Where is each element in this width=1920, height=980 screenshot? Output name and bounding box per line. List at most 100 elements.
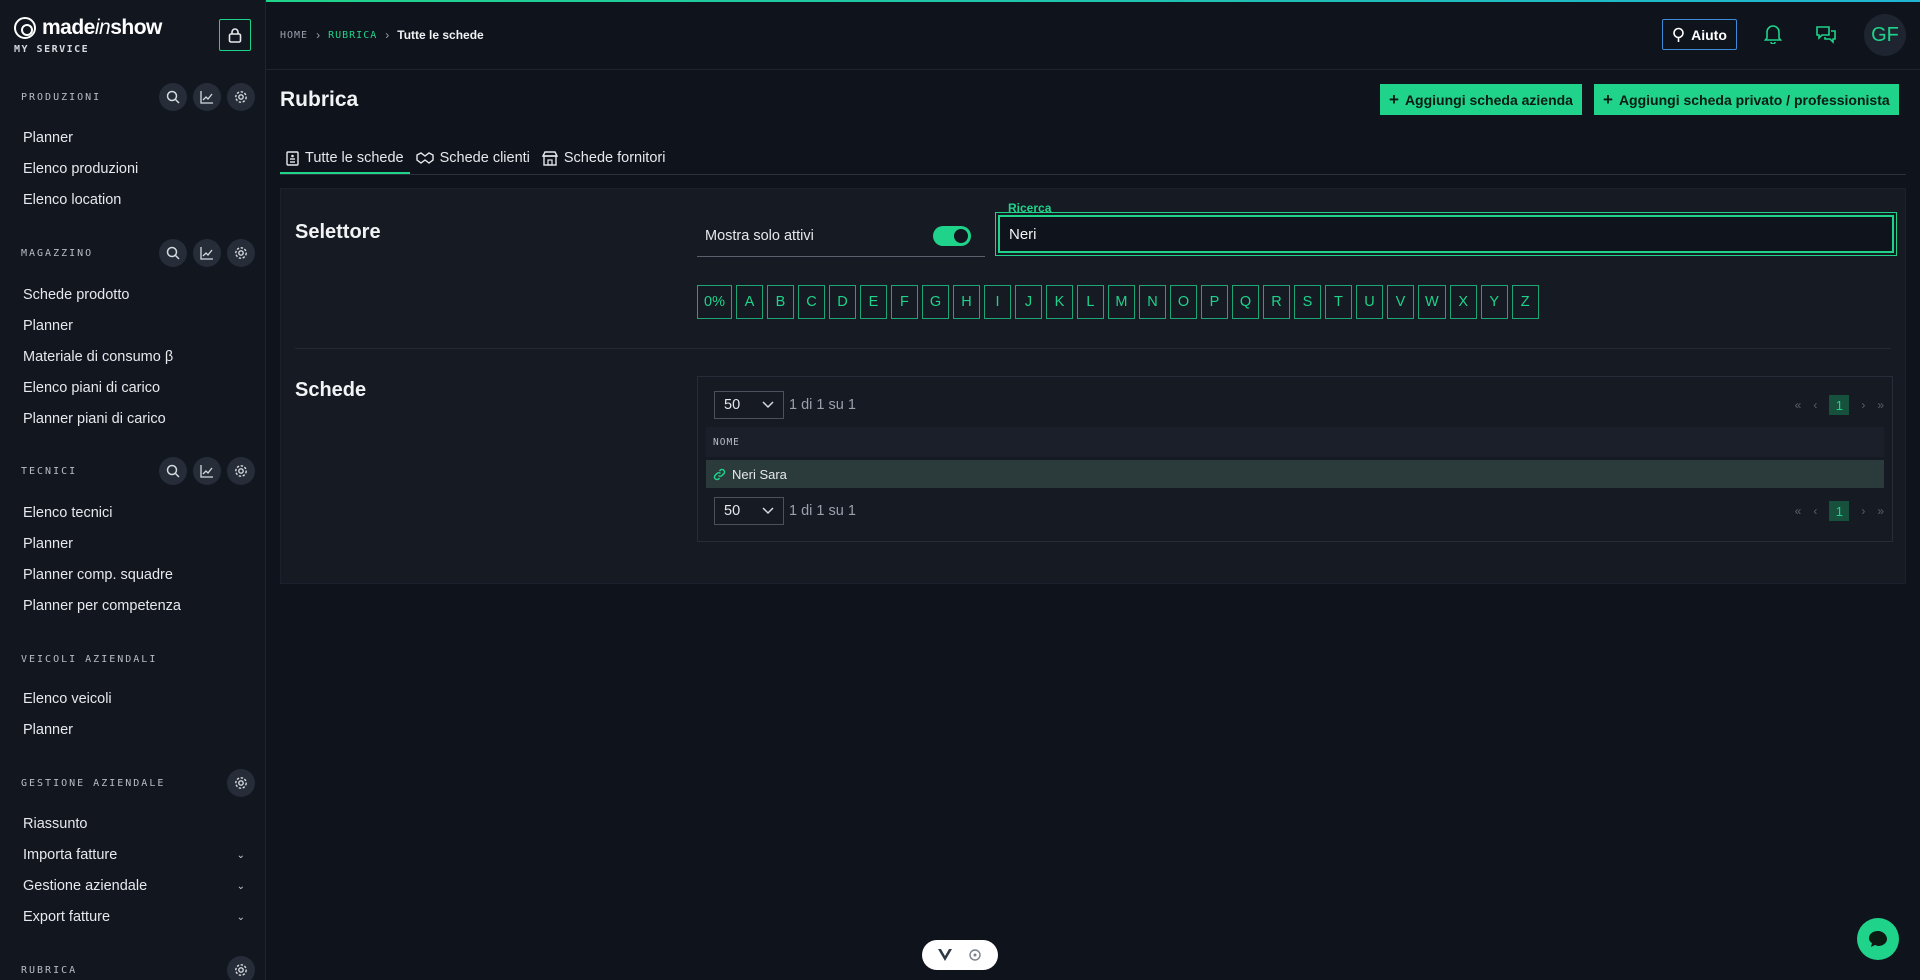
gear-icon[interactable] <box>227 239 255 267</box>
sidebar-item-planner-comp-squadre[interactable]: Planner comp. squadre <box>23 563 245 587</box>
sidebar-item-planner-piani-carico[interactable]: Planner piani di carico <box>23 407 245 431</box>
active-only-toggle[interactable] <box>933 225 971 246</box>
avatar[interactable]: GF <box>1864 14 1906 56</box>
add-private-label: Aggiungi scheda privato / professionista <box>1618 91 1890 108</box>
pager-bottom: 50 1 di 1 su 1 « ‹ 1 › » <box>714 497 1884 525</box>
breadcrumb: HOME › RUBRICA › Tutte le schede <box>280 28 484 42</box>
sidebar-item-schede-prodotto[interactable]: Schede prodotto <box>23 283 245 307</box>
letter-filter-button[interactable]: R <box>1262 285 1290 319</box>
first-page-icon[interactable]: « <box>1795 504 1802 518</box>
toggle-label: Mostra solo attivi <box>705 227 814 244</box>
letter-filter-button[interactable]: Y <box>1480 285 1508 319</box>
letter-filter-button[interactable]: P <box>1200 285 1228 319</box>
letter-filter-button[interactable]: Q <box>1231 285 1259 319</box>
sidebar-item-elenco-produzioni[interactable]: Elenco produzioni <box>23 157 245 181</box>
tab-schede-clienti[interactable]: Schede clienti <box>410 144 536 175</box>
prev-page-icon[interactable]: ‹ <box>1813 504 1817 518</box>
letter-filter-button[interactable]: A <box>735 285 763 319</box>
letter-filter-button[interactable]: B <box>766 285 794 319</box>
add-company-card-button[interactable]: + Aggiungi scheda azienda <box>1380 84 1582 115</box>
column-header-name[interactable]: NOME <box>713 437 740 448</box>
last-page-icon[interactable]: » <box>1877 504 1884 518</box>
letter-filter-button[interactable]: C <box>797 285 825 319</box>
letter-filter-button[interactable]: K <box>1045 285 1073 319</box>
letter-filter-button[interactable]: M <box>1107 285 1135 319</box>
chart-trend-icon[interactable] <box>193 457 221 485</box>
letter-filter-button[interactable]: J <box>1014 285 1042 319</box>
search-icon[interactable] <box>159 457 187 485</box>
chat-support-button[interactable] <box>1857 918 1899 960</box>
letter-filter-button[interactable]: V <box>1386 285 1414 319</box>
sidebar-item-gestione-aziendale[interactable]: Gestione aziendale ⌄ <box>23 874 245 898</box>
tab-schede-fornitori[interactable]: Schede fornitori <box>536 144 672 175</box>
letter-filter-button[interactable]: E <box>859 285 887 319</box>
letter-filter-button[interactable]: I <box>983 285 1011 319</box>
chart-trend-icon[interactable] <box>193 239 221 267</box>
next-page-icon[interactable]: › <box>1861 398 1865 412</box>
bell-icon[interactable] <box>1763 24 1783 49</box>
search-icon[interactable] <box>159 83 187 111</box>
letter-filter-button[interactable]: Z <box>1511 285 1539 319</box>
sidebar-item-elenco-piani-carico[interactable]: Elenco piani di carico <box>23 376 245 400</box>
sidebar-item-planner[interactable]: Planner <box>23 126 245 150</box>
row-name[interactable]: Neri Sara <box>732 467 787 482</box>
active-only-toggle-field[interactable]: Mostra solo attivi <box>697 215 985 257</box>
sidebar-item-elenco-location[interactable]: Elenco location <box>23 188 245 212</box>
top-accent-bar <box>266 0 1920 2</box>
prev-page-icon[interactable]: ‹ <box>1813 398 1817 412</box>
crosshair-icon[interactable] <box>968 948 982 962</box>
letter-filter-button[interactable]: F <box>890 285 918 319</box>
tab-label: Schede fornitori <box>563 150 666 166</box>
gear-icon[interactable] <box>227 956 255 980</box>
search-icon[interactable] <box>159 239 187 267</box>
letter-filter-button[interactable]: H <box>952 285 980 319</box>
breadcrumb-home[interactable]: HOME <box>280 30 308 41</box>
gear-icon[interactable] <box>227 457 255 485</box>
letter-filter-button[interactable]: T <box>1324 285 1352 319</box>
vue-logo-icon[interactable] <box>938 949 952 961</box>
sidebar-item-planner[interactable]: Planner <box>23 718 245 742</box>
sidebar-item-planner-competenza[interactable]: Planner per competenza <box>23 594 245 618</box>
letter-filter-button[interactable]: W <box>1417 285 1446 319</box>
letter-filter-button[interactable]: D <box>828 285 856 319</box>
sidebar-item-elenco-tecnici[interactable]: Elenco tecnici <box>23 501 245 525</box>
breadcrumb-rubrica[interactable]: RUBRICA <box>328 30 377 41</box>
letter-filter-button[interactable]: N <box>1138 285 1166 319</box>
sidebar-item-planner[interactable]: Planner <box>23 532 245 556</box>
sidebar-item-materiale-consumo[interactable]: Materiale di consumo β <box>23 345 245 369</box>
gear-icon[interactable] <box>227 769 255 797</box>
pagination: « ‹ 1 › » <box>1795 501 1884 521</box>
sidebar-item-riassunto[interactable]: Riassunto <box>23 812 245 836</box>
chevron-down-icon: ⌄ <box>236 911 245 923</box>
add-private-card-button[interactable]: + Aggiungi scheda privato / professionis… <box>1594 84 1899 115</box>
help-button[interactable]: Aiuto <box>1662 19 1737 50</box>
lock-button[interactable] <box>219 19 251 51</box>
table-row[interactable]: Neri Sara <box>706 460 1884 488</box>
search-input[interactable] <box>995 212 1897 256</box>
section-title: RUBRICA <box>21 964 78 976</box>
chart-trend-icon[interactable] <box>193 83 221 111</box>
letter-filter-button[interactable]: G <box>921 285 949 319</box>
gear-icon[interactable] <box>227 83 255 111</box>
sidebar-item-export-fatture[interactable]: Export fatture ⌄ <box>23 905 245 929</box>
first-page-icon[interactable]: « <box>1795 398 1802 412</box>
page-size-select[interactable]: 50 <box>714 391 784 419</box>
last-page-icon[interactable]: » <box>1877 398 1884 412</box>
next-page-icon[interactable]: › <box>1861 504 1865 518</box>
letter-filter-button[interactable]: S <box>1293 285 1321 319</box>
letter-filter-button[interactable]: X <box>1449 285 1477 319</box>
chat-bubbles-icon[interactable] <box>1815 24 1837 49</box>
link-icon[interactable] <box>713 468 726 481</box>
sidebar-item-elenco-veicoli[interactable]: Elenco veicoli <box>23 687 245 711</box>
brand-logo-area[interactable]: madeinshow MY SERVICE <box>14 16 162 55</box>
tab-tutte-le-schede[interactable]: Tutte le schede <box>280 144 410 175</box>
sidebar-item-planner[interactable]: Planner <box>23 314 245 338</box>
letter-filter-button[interactable]: U <box>1355 285 1383 319</box>
sidebar-item-importa-fatture[interactable]: Importa fatture ⌄ <box>23 843 245 867</box>
letter-filter-button[interactable]: 0% <box>697 285 732 319</box>
letter-filter-button[interactable]: O <box>1169 285 1197 319</box>
letter-filter-button[interactable]: L <box>1076 285 1104 319</box>
current-page[interactable]: 1 <box>1829 501 1850 521</box>
page-size-select[interactable]: 50 <box>714 497 784 525</box>
current-page[interactable]: 1 <box>1829 395 1850 415</box>
